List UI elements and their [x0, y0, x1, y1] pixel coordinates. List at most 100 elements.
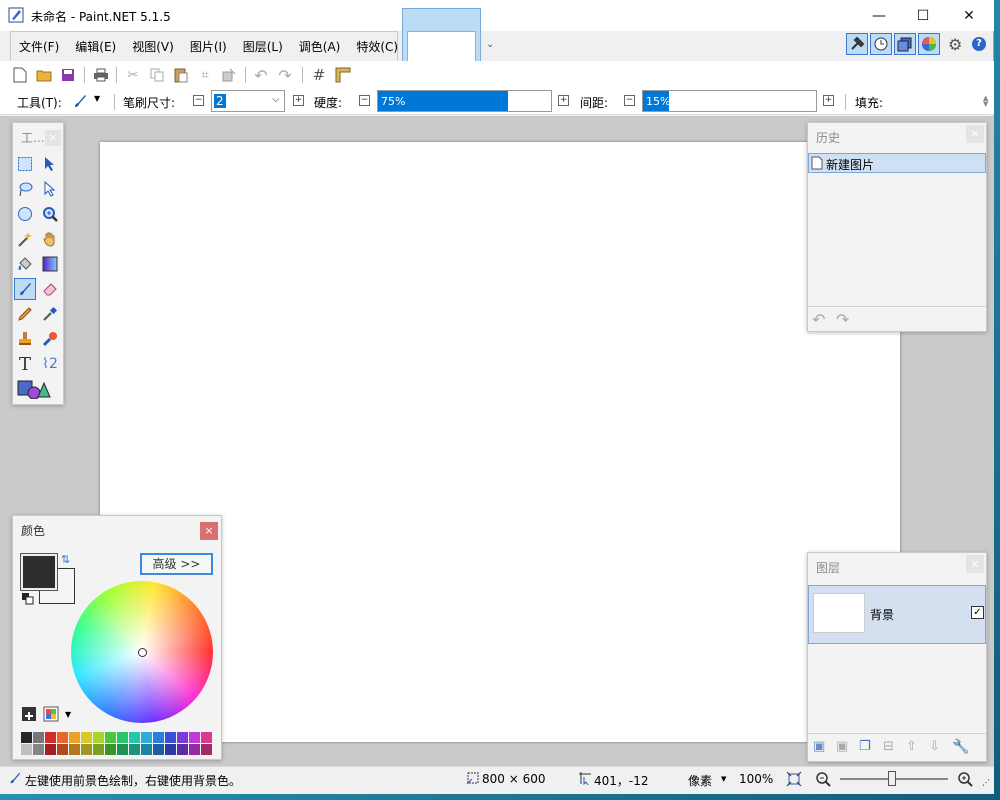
clone-stamp-icon[interactable]	[14, 328, 36, 350]
palette-swatch[interactable]	[177, 744, 188, 755]
brush-size-combobox[interactable]: 2 ⌵	[211, 90, 285, 112]
add-to-palette-icon[interactable]	[21, 706, 37, 722]
move-layer-down-icon[interactable]: ⇩	[929, 739, 940, 754]
crop-icon[interactable]: ⌗	[196, 66, 214, 84]
add-layer-icon[interactable]: ▣	[813, 739, 825, 754]
gradient-icon[interactable]	[39, 253, 61, 275]
palette-swatch[interactable]	[153, 732, 164, 743]
history-redo-icon[interactable]: ↷	[836, 310, 849, 329]
history-undo-icon[interactable]: ↶	[812, 310, 825, 329]
palette-swatch[interactable]	[45, 732, 56, 743]
swap-colors-icon[interactable]: ⇅	[61, 553, 70, 566]
menu-edit[interactable]: 编辑(E)	[67, 33, 124, 61]
palette-swatch[interactable]	[21, 744, 32, 755]
delete-layer-icon[interactable]: ▣	[836, 739, 848, 754]
recolor-icon[interactable]	[39, 328, 61, 350]
close-button[interactable]: ✕	[946, 0, 992, 31]
palette-swatch[interactable]	[189, 732, 200, 743]
minimize-button[interactable]: —	[856, 0, 902, 31]
duplicate-layer-icon[interactable]: ❐	[859, 739, 871, 754]
palette-menu-icon[interactable]	[43, 706, 59, 722]
colors-panel-close-icon[interactable]: ×	[200, 522, 218, 540]
layers-toggle-icon[interactable]	[894, 33, 916, 55]
spacing-decrease[interactable]: −	[624, 95, 635, 106]
color-picker-icon[interactable]	[39, 303, 61, 325]
colors-toggle-icon[interactable]	[918, 33, 940, 55]
brush-size-decrease[interactable]: −	[193, 95, 204, 106]
ruler-icon[interactable]	[334, 66, 352, 84]
spacing-slider[interactable]: 15%	[642, 90, 817, 112]
palette-swatch[interactable]	[129, 744, 140, 755]
palette-swatch[interactable]	[69, 732, 80, 743]
open-folder-icon[interactable]	[35, 66, 53, 84]
palette-swatch[interactable]	[117, 744, 128, 755]
hardness-increase[interactable]: +	[558, 95, 569, 106]
palette-swatch[interactable]	[81, 744, 92, 755]
ellipse-select-icon[interactable]	[14, 203, 36, 225]
lasso-select-icon[interactable]	[14, 178, 36, 200]
primary-color-swatch[interactable]	[20, 553, 58, 591]
new-file-icon[interactable]	[11, 66, 29, 84]
deselect-icon[interactable]	[220, 66, 238, 84]
chevron-down-icon[interactable]: ▼	[65, 710, 71, 719]
text-tool-icon[interactable]: T	[14, 353, 36, 375]
palette-swatch[interactable]	[93, 732, 104, 743]
menu-effects[interactable]: 特效(C)	[348, 33, 406, 61]
copy-icon[interactable]	[148, 66, 166, 84]
zoom-icon[interactable]	[39, 203, 61, 225]
redo-icon[interactable]: ↷	[276, 66, 294, 85]
tool-selector[interactable]: ▼	[70, 92, 104, 110]
tools-toggle-icon[interactable]	[846, 33, 868, 55]
save-icon[interactable]	[59, 66, 77, 84]
menu-view[interactable]: 视图(V)	[124, 33, 182, 61]
palette-swatch[interactable]	[141, 732, 152, 743]
palette-swatch[interactable]	[129, 732, 140, 743]
grid-icon[interactable]: #	[310, 66, 328, 84]
move-layer-up-icon[interactable]: ⇧	[906, 739, 917, 754]
palette-swatch[interactable]	[165, 732, 176, 743]
menu-image[interactable]: 图片(I)	[182, 33, 235, 61]
palette-swatch[interactable]	[21, 732, 32, 743]
units-selector[interactable]: 像素	[688, 772, 712, 789]
hardness-slider[interactable]: 75%	[377, 90, 552, 112]
undo-icon[interactable]: ↶	[252, 66, 270, 85]
palette-swatch[interactable]	[93, 744, 104, 755]
move-selected-icon[interactable]	[39, 153, 61, 175]
zoom-value[interactable]: 100%	[739, 772, 773, 786]
layer-properties-icon[interactable]: 🔧	[952, 739, 969, 755]
menu-file[interactable]: 文件(F)	[11, 33, 67, 61]
menu-adjustments[interactable]: 调色(A)	[291, 33, 349, 61]
palette-swatch[interactable]	[81, 732, 92, 743]
zoom-out-icon[interactable]	[815, 771, 831, 787]
palette-swatch[interactable]	[177, 732, 188, 743]
tools-panel-close-icon[interactable]: ×	[45, 130, 61, 146]
palette-swatch[interactable]	[141, 744, 152, 755]
zoom-to-window-icon[interactable]	[786, 771, 802, 787]
palette-swatch[interactable]	[69, 744, 80, 755]
history-panel-close-icon[interactable]: ×	[966, 125, 984, 143]
print-icon[interactable]	[92, 66, 110, 84]
hardness-decrease[interactable]: −	[359, 95, 370, 106]
palette-swatch[interactable]	[153, 744, 164, 755]
spacing-increase[interactable]: +	[823, 95, 834, 106]
help-icon[interactable]: ?	[972, 37, 986, 51]
history-item[interactable]: 新建图片	[808, 153, 986, 173]
maximize-button[interactable]: ☐	[900, 0, 946, 31]
eraser-icon[interactable]	[39, 278, 61, 300]
palette-swatch[interactable]	[201, 744, 212, 755]
layers-panel-close-icon[interactable]: ×	[966, 555, 984, 573]
palette-swatch[interactable]	[33, 744, 44, 755]
chevron-down-icon[interactable]: ▼	[721, 775, 726, 783]
brush-size-increase[interactable]: +	[293, 95, 304, 106]
shapes-icon[interactable]	[14, 378, 60, 400]
reset-colors-icon[interactable]	[21, 592, 35, 606]
paint-bucket-icon[interactable]	[14, 253, 36, 275]
rectangle-select-icon[interactable]	[14, 153, 36, 175]
resize-grip-icon[interactable]: ⋰	[982, 778, 990, 787]
cut-icon[interactable]: ✂	[124, 66, 142, 84]
move-selection-icon[interactable]	[39, 178, 61, 200]
palette-swatch[interactable]	[201, 732, 212, 743]
pan-hand-icon[interactable]	[39, 228, 61, 250]
zoom-in-icon[interactable]	[957, 771, 973, 787]
paintbrush-tool-icon[interactable]	[14, 278, 36, 300]
